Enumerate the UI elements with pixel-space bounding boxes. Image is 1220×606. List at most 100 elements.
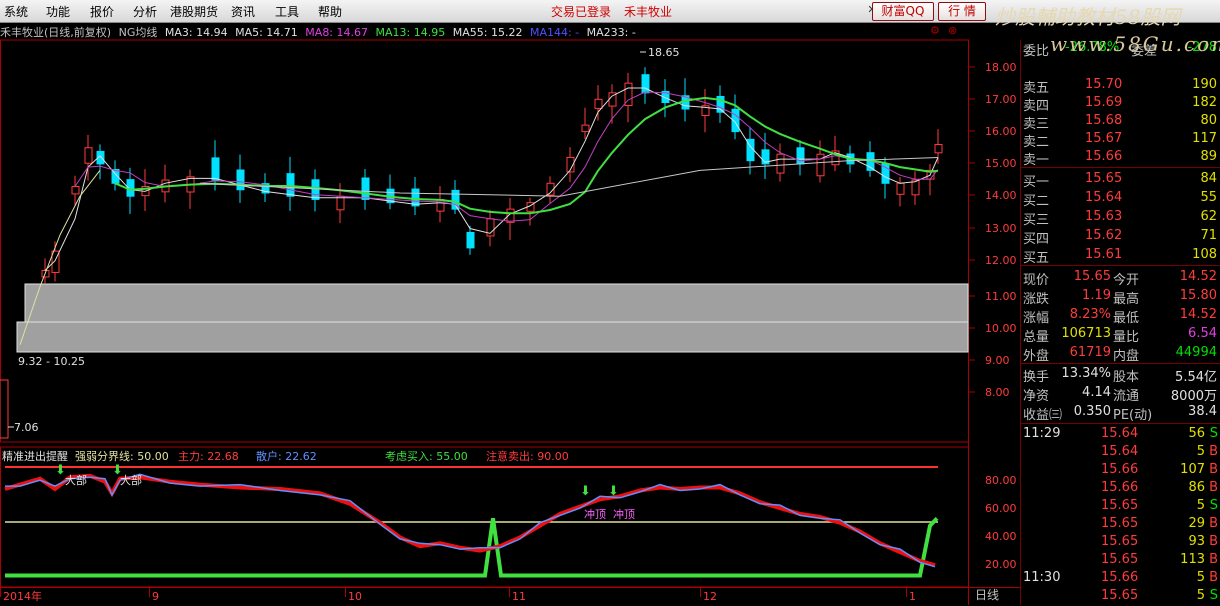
stat-value: 44994 <box>1175 345 1217 360</box>
current-stock-name[interactable]: 禾丰牧业 <box>624 3 672 20</box>
candle-body <box>236 169 245 191</box>
extra-value: 0.350 <box>1073 404 1111 419</box>
ask-label: 卖四 <box>1023 99 1050 114</box>
indicator-title[interactable]: 精准进出提醒 <box>2 449 68 463</box>
menu-function[interactable]: 功能 <box>46 3 70 20</box>
ask-volume: 89 <box>1200 149 1217 164</box>
ask-row[interactable]: 卖五 15.70 190 <box>1021 77 1220 96</box>
indicator-tick: 20.00 <box>985 558 1017 571</box>
menu-help[interactable]: 帮助 <box>318 3 342 20</box>
price-tick: 17.00 <box>985 93 1017 106</box>
tick-time: 11:30 <box>1023 570 1061 585</box>
candle-body <box>581 124 590 133</box>
extra-value: 5.54亿 <box>1175 370 1217 385</box>
main-force-value: 主力: 22.68 <box>178 450 239 463</box>
tick-row: 15.66 86 B <box>1021 480 1220 498</box>
menu-news[interactable]: 资讯 <box>231 3 255 20</box>
ask-row[interactable]: 卖四 15.69 182 <box>1021 95 1220 114</box>
extra-row: 换手 13.34% 股本 5.54亿 <box>1021 366 1220 385</box>
tick-price: 15.64 <box>1101 444 1139 459</box>
ask-row[interactable]: 卖一 15.66 89 <box>1021 149 1220 168</box>
ma8-line <box>74 91 939 222</box>
candle-body <box>796 147 805 165</box>
bid-row[interactable]: 买二 15.64 55 <box>1021 190 1220 209</box>
tick-row: 15.65 5 S <box>1021 498 1220 516</box>
bid-row[interactable]: 买四 15.62 71 <box>1021 228 1220 247</box>
candle-body <box>776 153 785 174</box>
date-label: 2014年 <box>3 589 42 603</box>
stat-label: 涨跌 <box>1023 292 1050 307</box>
date-label: 9 <box>152 590 159 603</box>
tick-side: S <box>1209 498 1218 513</box>
tick-row: 15.64 5 B <box>1021 444 1220 462</box>
down-arrow-icon: ⬇ <box>580 484 591 499</box>
tick-side: B <box>1209 516 1218 531</box>
ask-row[interactable]: 卖三 15.68 80 <box>1021 113 1220 132</box>
price-tick: 14.00 <box>985 189 1017 202</box>
down-arrow-icon: ⬇ <box>608 484 619 499</box>
stat-value: 6.54 <box>1188 326 1217 341</box>
bid-label: 买二 <box>1023 194 1050 209</box>
settings-gear-icon[interactable]: ⚙ <box>930 24 940 37</box>
extra-row: 净资 4.14 流通 8000万 <box>1021 385 1220 404</box>
candle-body <box>466 231 475 249</box>
tick-volume: 29 <box>1188 516 1205 531</box>
market-button[interactable]: 行 情 <box>938 2 986 21</box>
bid-volume: 71 <box>1200 228 1217 243</box>
signal-label: 大部 <box>65 473 87 487</box>
tick-row: 15.65 93 B <box>1021 534 1220 552</box>
stat-label: 今开 <box>1113 273 1140 288</box>
ask-volume: 190 <box>1192 77 1217 92</box>
tick-side: B <box>1209 462 1218 477</box>
signal-label: 大部 <box>120 473 142 487</box>
early-candle <box>0 379 9 439</box>
tick-volume: 5 <box>1196 588 1205 603</box>
menu-tools[interactable]: 工具 <box>275 3 299 20</box>
menu-analysis[interactable]: 分析 <box>133 3 157 20</box>
bid-label: 买四 <box>1023 232 1050 247</box>
ask-price: 15.66 <box>1085 149 1123 164</box>
price-tick: 18.00 <box>985 61 1017 74</box>
wealth-qq-button[interactable]: 财富QQ <box>872 2 934 21</box>
tick-price: 15.64 <box>1101 426 1139 441</box>
ask-price: 15.68 <box>1085 113 1123 128</box>
candle-body <box>641 74 650 94</box>
period-selector[interactable]: 日线 <box>975 586 999 603</box>
price-chart-border <box>0 39 969 443</box>
bid-row[interactable]: 买三 15.63 62 <box>1021 209 1220 228</box>
bid-row[interactable]: 买五 15.61 108 <box>1021 247 1220 266</box>
tick-price: 15.66 <box>1101 462 1139 477</box>
tick-row: 15.66 107 B <box>1021 462 1220 480</box>
extra-label: 换手 <box>1023 370 1050 385</box>
stat-value: 1.19 <box>1082 288 1111 303</box>
chart-area[interactable]: 18.00 17.00 16.00 15.00 14.00 13.00 12.0… <box>0 22 1020 605</box>
extra-value: 8000万 <box>1170 389 1217 404</box>
tick-price: 15.65 <box>1101 552 1139 567</box>
bid-price: 15.62 <box>1085 228 1123 243</box>
chart-close-icon[interactable]: ⊗ <box>948 24 957 37</box>
date-label: 11 <box>512 590 526 603</box>
stat-row: 总量 106713 量比 6.54 <box>1021 326 1220 345</box>
main-force-line <box>4 473 936 568</box>
date-label: 12 <box>703 590 717 603</box>
menu-hk-futures[interactable]: 港股期货 <box>170 3 218 20</box>
retail-line <box>5 473 936 568</box>
bid-row[interactable]: 买一 15.65 84 <box>1021 171 1220 190</box>
tick-price: 15.65 <box>1101 534 1139 549</box>
tick-price: 15.66 <box>1101 480 1139 495</box>
tick-price: 15.65 <box>1101 498 1139 513</box>
price-tick: 15.00 <box>985 157 1017 170</box>
sell-level-value: 注意卖出: 90.00 <box>486 449 569 463</box>
menu-system[interactable]: 系统 <box>4 3 28 20</box>
candle-body <box>411 188 420 207</box>
menu-quote[interactable]: 报价 <box>90 3 114 20</box>
ask-row[interactable]: 卖二 15.67 117 <box>1021 131 1220 150</box>
stat-value: 14.52 <box>1179 269 1217 284</box>
price-tick: 8.00 <box>985 386 1010 399</box>
candle-body <box>896 182 905 195</box>
candle-body <box>286 173 295 197</box>
price-tick: 9.00 <box>985 354 1010 367</box>
ratio-label: 委比 <box>1023 44 1050 59</box>
tick-row: 11:30 15.66 5 B <box>1021 570 1220 588</box>
watermark-url: www.58Gu.com <box>1050 32 1220 56</box>
